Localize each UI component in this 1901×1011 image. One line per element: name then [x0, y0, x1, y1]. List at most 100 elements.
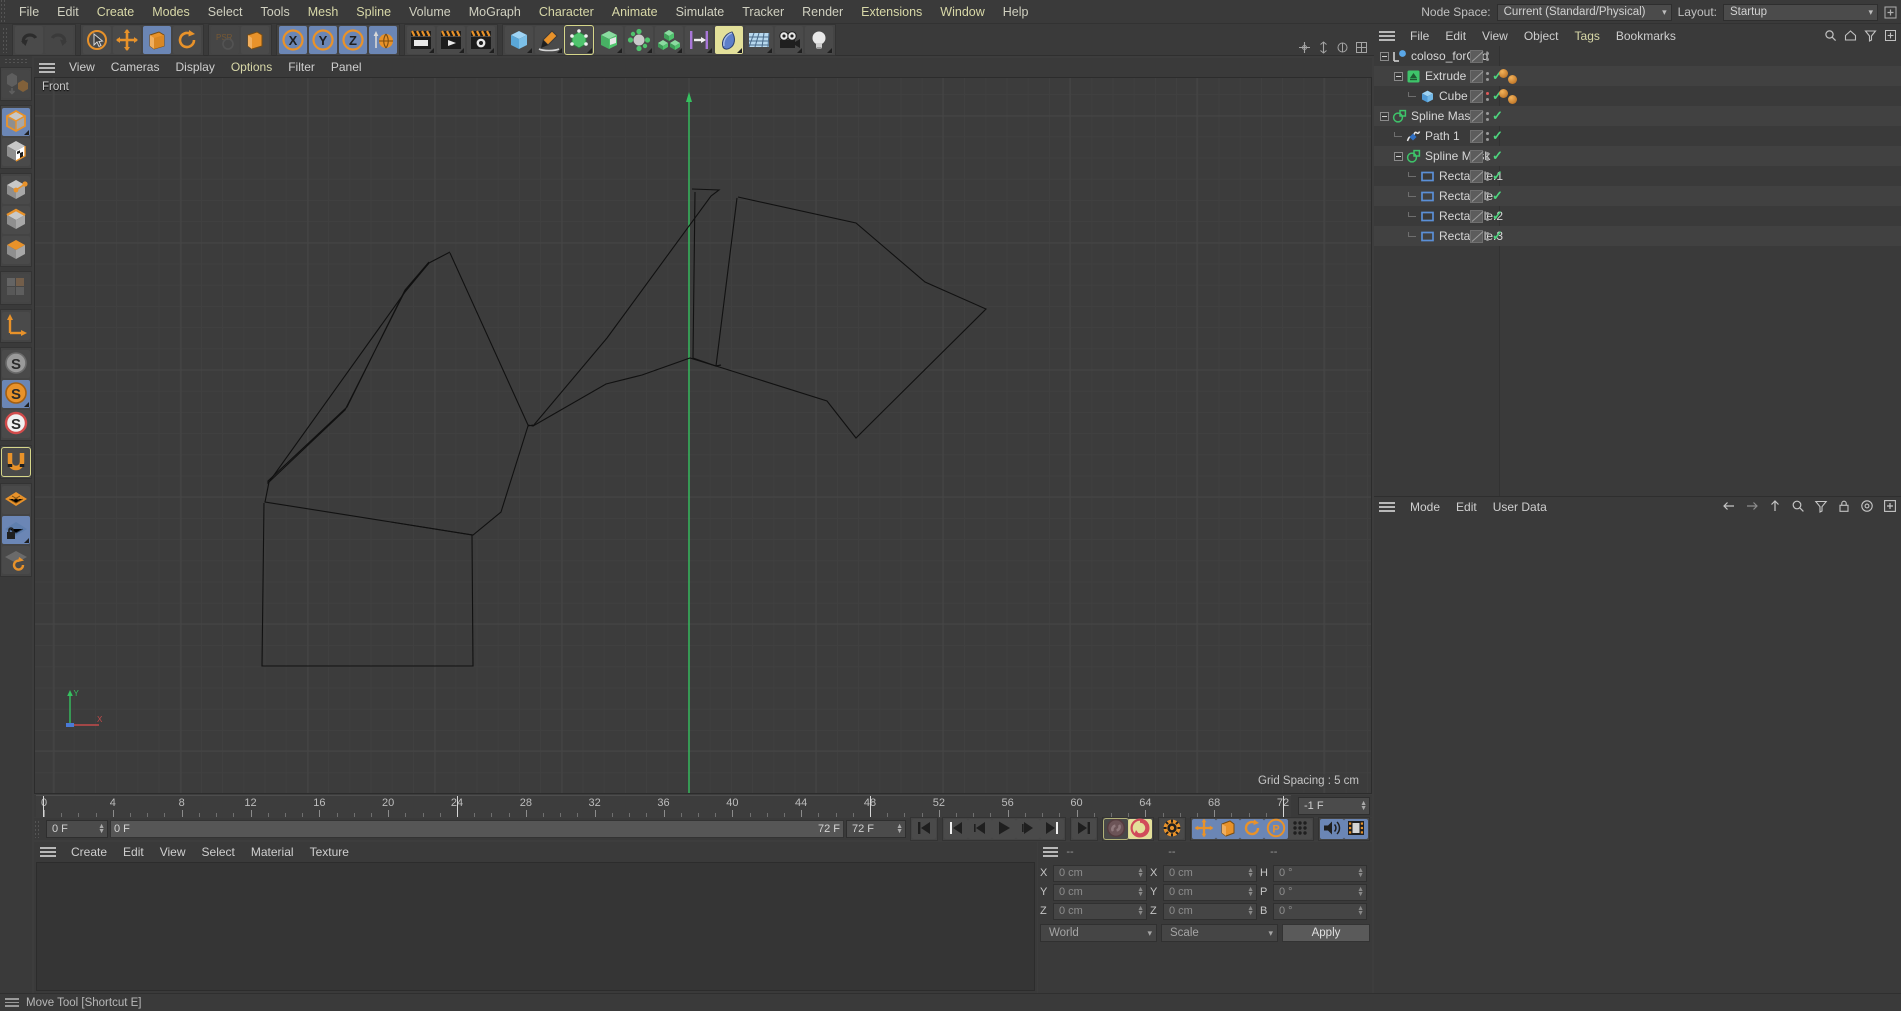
timeline-marker[interactable]: [457, 796, 458, 817]
visibility-toggle-icon[interactable]: [1470, 49, 1483, 63]
viewport-menu-options[interactable]: Options: [223, 58, 280, 77]
render-settings-button[interactable]: [467, 25, 495, 54]
model-mode-button[interactable]: [2, 108, 30, 136]
attribute-manager-menu-mode[interactable]: Mode: [1402, 497, 1448, 517]
dropdown-corner-icon[interactable]: [797, 47, 802, 53]
enabled-check-icon[interactable]: ✓: [1492, 129, 1503, 142]
world-coordinate-toggle[interactable]: [369, 25, 397, 54]
viewport-menu-panel[interactable]: Panel: [323, 58, 370, 77]
play-button[interactable]: [992, 819, 1016, 839]
preview-end-field[interactable]: 72 F ▲ ▼: [846, 820, 906, 838]
add-layer-icon[interactable]: [1884, 29, 1897, 45]
dropdown-corner-icon[interactable]: [827, 47, 832, 53]
menu-item-character[interactable]: Character: [530, 0, 603, 24]
menu-item-mograph[interactable]: MoGraph: [460, 0, 530, 24]
visibility-dots-icon[interactable]: [1486, 91, 1489, 101]
menu-item-file[interactable]: File: [10, 0, 48, 24]
status-bar-hamburger-icon[interactable]: [5, 997, 19, 1008]
dropdown-corner-icon[interactable]: [24, 538, 29, 543]
planar-workplane-button[interactable]: [2, 546, 30, 574]
preview-range-bar[interactable]: 0 F 72 F: [110, 820, 844, 838]
add-icon[interactable]: [1883, 499, 1897, 516]
timeline-button[interactable]: [1344, 819, 1368, 839]
material-manager-hamburger-icon[interactable]: [40, 845, 56, 859]
visibility-toggle-icon[interactable]: [1470, 69, 1483, 83]
object-row[interactable]: Rectangle.3✓: [1374, 226, 1901, 246]
timeline-start-marker[interactable]: [43, 796, 44, 817]
dropdown-corner-icon[interactable]: [767, 47, 772, 53]
coord-rotation-input[interactable]: 0 ° ▲ ▼: [1273, 902, 1367, 920]
workplane-button[interactable]: [2, 486, 30, 514]
material-menu-texture[interactable]: Texture: [302, 842, 357, 862]
stepper-icon[interactable]: ▲ ▼: [1360, 800, 1367, 812]
visibility-toggle-icon[interactable]: [1470, 109, 1483, 123]
visibility-dots-icon[interactable]: [1486, 211, 1489, 221]
timeline-ruler[interactable]: 04812162024283236404448525660646872: [36, 795, 1291, 817]
viewport-maximize-icon[interactable]: [1355, 41, 1368, 54]
enable-axis-button[interactable]: [2, 312, 30, 340]
menu-item-extensions[interactable]: Extensions: [852, 0, 931, 24]
add-cube-button[interactable]: [505, 25, 533, 54]
add-scene-object-button[interactable]: [655, 25, 683, 54]
attribute-manager-body[interactable]: [1374, 516, 1901, 1011]
menu-item-mesh[interactable]: Mesh: [299, 0, 348, 24]
rotation-key-button[interactable]: [1240, 819, 1264, 839]
viewport-solo-single-button[interactable]: S: [2, 380, 30, 408]
material-menu-material[interactable]: Material: [243, 842, 302, 862]
object-row[interactable]: Extrude ✓: [1374, 66, 1901, 86]
search-icon[interactable]: [1791, 499, 1805, 516]
edges-mode-button[interactable]: [2, 206, 30, 234]
visibility-dots-icon[interactable]: [1486, 131, 1489, 141]
expander-collapse-icon[interactable]: [1394, 71, 1403, 81]
visibility-toggle-icon[interactable]: [1470, 129, 1483, 143]
render-to-picture-viewer-button[interactable]: [437, 25, 465, 54]
enabled-check-icon[interactable]: ✓: [1492, 209, 1503, 222]
filter-icon[interactable]: [1814, 499, 1828, 516]
polygons-mode-button[interactable]: [2, 236, 30, 264]
coordinate-system-dropdown[interactable]: World ▾: [1040, 924, 1157, 942]
object-manager-menu-bookmarks[interactable]: Bookmarks: [1608, 26, 1684, 46]
menu-item-window[interactable]: Window: [931, 0, 993, 24]
undo-button[interactable]: [15, 25, 43, 54]
dropdown-corner-icon[interactable]: [24, 402, 29, 407]
go-to-next-key-button[interactable]: [1040, 819, 1064, 839]
lock-workplane-button[interactable]: [2, 516, 30, 544]
coordinate-manager-hamburger-icon[interactable]: [1043, 845, 1059, 859]
expander-collapse-icon[interactable]: [1380, 111, 1389, 121]
points-mode-button[interactable]: [2, 176, 30, 204]
stepper-icon[interactable]: ▲ ▼: [1357, 886, 1364, 898]
viewport-menu-cameras[interactable]: Cameras: [103, 58, 168, 77]
coord-position-input[interactable]: 0 cm ▲ ▼: [1053, 902, 1147, 920]
autokeying-button[interactable]: [1128, 818, 1152, 839]
go-to-previous-key-button[interactable]: [944, 819, 968, 839]
visibility-dots-icon[interactable]: [1486, 111, 1489, 121]
stepper-icon[interactable]: ▲ ▼: [1247, 867, 1254, 879]
add-modeling-object-button[interactable]: [595, 25, 623, 54]
layout-dropdown[interactable]: Startup ▾: [1723, 3, 1878, 21]
object-row[interactable]: coloso_forC4d: [1374, 46, 1901, 66]
stepper-icon[interactable]: ▲ ▼: [1137, 886, 1144, 898]
visibility-toggle-icon[interactable]: [1470, 189, 1483, 203]
dropdown-corner-icon[interactable]: [24, 130, 29, 135]
left-toolbar-grip[interactable]: [4, 58, 28, 65]
add-spline-button[interactable]: [535, 25, 563, 54]
stepper-icon[interactable]: ▲ ▼: [1247, 886, 1254, 898]
enabled-check-icon[interactable]: ✓: [1492, 149, 1503, 162]
object-manager-menu-file[interactable]: File: [1402, 26, 1437, 46]
go-to-start-button[interactable]: [912, 819, 936, 839]
up-arrow-icon[interactable]: [1768, 499, 1782, 516]
dropdown-corner-icon[interactable]: [489, 47, 494, 53]
object-manager-menu-view[interactable]: View: [1474, 26, 1516, 46]
object-manager-hamburger-icon[interactable]: [1379, 29, 1395, 43]
menu-item-render[interactable]: Render: [793, 0, 852, 24]
y-axis-toggle[interactable]: Y: [309, 25, 337, 54]
material-menu-view[interactable]: View: [152, 842, 194, 862]
viewport-pan-icon[interactable]: [1298, 41, 1311, 54]
uv-mode-button[interactable]: [2, 274, 30, 302]
viewport-solo-off-button[interactable]: S: [2, 350, 30, 378]
menu-item-modes[interactable]: Modes: [143, 0, 199, 24]
coord-rotation-input[interactable]: 0 ° ▲ ▼: [1273, 883, 1367, 901]
apply-button[interactable]: Apply: [1282, 924, 1370, 942]
toolbar-grip[interactable]: [2, 26, 9, 53]
object-row[interactable]: Spline Mask ✓: [1374, 106, 1901, 126]
